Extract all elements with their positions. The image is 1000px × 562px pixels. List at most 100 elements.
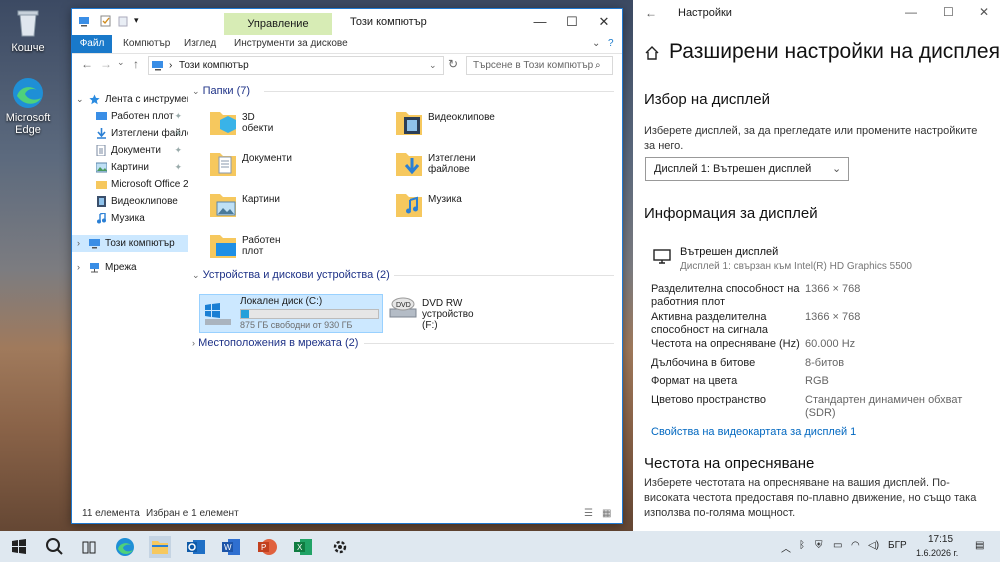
content-pane: ⌄ Папки (7) 3D обекти Видеоклипове Докум… — [192, 79, 617, 499]
search-input[interactable]: Търсене в Този компютър ⌕ — [466, 56, 613, 75]
settings-window: ← Настройки — ☐ ✕ Разширени настройки на… — [633, 0, 1000, 531]
powerpoint-icon[interactable]: P — [256, 536, 278, 558]
properties-icon[interactable] — [100, 15, 112, 27]
file-explorer-icon[interactable] — [149, 536, 171, 558]
windows-start-icon[interactable] — [8, 536, 30, 558]
language-indicator[interactable]: БГР — [888, 540, 907, 551]
3d-objects-icon — [208, 106, 238, 138]
nav-item-desktop[interactable]: Работен плот ✦ — [72, 108, 188, 125]
show-hidden-icons-icon[interactable]: ︿ — [781, 540, 791, 555]
navigation-pane: ⌄ Лента с инструменти Работен плот ✦ Изт… — [72, 79, 188, 499]
new-folder-icon[interactable] — [118, 15, 130, 27]
help-icon[interactable]: ? — [608, 35, 614, 53]
word-icon[interactable]: W — [220, 536, 242, 558]
defender-icon[interactable]: ⛨ — [815, 540, 823, 551]
close-button[interactable]: ✕ — [979, 5, 989, 19]
notifications-icon[interactable]: ▤ — [975, 540, 984, 551]
large-icons-view-icon[interactable]: ▦ — [602, 505, 611, 523]
group-header-network[interactable]: › Местоположения в мрежата (2) — [192, 335, 358, 351]
tab-drive-tools[interactable]: Инструменти за дискове — [234, 35, 348, 53]
desktop-recycle-bin[interactable]: Кошче — [0, 6, 56, 54]
nav-item-music[interactable]: Музика — [72, 210, 188, 227]
clock-date[interactable]: 1.6.2026 г. — [916, 548, 958, 558]
details-view-icon[interactable]: ☰ — [584, 505, 593, 523]
settings-gear-icon[interactable] — [329, 536, 351, 558]
nav-item-quick-access[interactable]: ⌄ Лента с инструменти — [72, 91, 188, 108]
group-header-folders[interactable]: ⌄ Папки (7) — [192, 83, 250, 99]
home-icon[interactable] — [644, 45, 660, 64]
collapse-chevron-icon[interactable]: › — [77, 259, 80, 276]
status-bar: 11 елемента Избран е 1 елемент ☰ ▦ — [72, 505, 622, 523]
clock-time[interactable]: 17:15 — [928, 534, 953, 545]
svg-text:DVD: DVD — [396, 302, 411, 309]
desktop-edge[interactable]: Microsoft Edge — [0, 76, 56, 136]
windows-drive-icon — [203, 299, 233, 330]
tab-computer[interactable]: Компютър — [123, 35, 170, 53]
address-bar[interactable]: › Този компютър ⌄ — [148, 56, 444, 75]
up-arrow-icon[interactable]: ↑ — [133, 57, 139, 71]
battery-icon[interactable]: ▭ — [833, 540, 842, 551]
page-title: Разширени настройки на дисплея — [669, 40, 1000, 63]
minimize-button[interactable]: — — [524, 9, 556, 35]
edge-icon[interactable] — [114, 536, 136, 558]
drive-item-c[interactable]: Локален диск (C:) 875 ГБ свободни от 930… — [199, 294, 383, 333]
tab-view[interactable]: Изглед — [184, 35, 216, 53]
back-arrow-icon[interactable]: ← — [81, 57, 93, 71]
svg-text:W: W — [224, 543, 232, 552]
group-divider — [394, 275, 614, 276]
forward-arrow-icon[interactable]: → — [100, 57, 112, 71]
minimize-button[interactable]: — — [905, 5, 917, 19]
desktop-icon-label: Microsoft Edge — [5, 112, 51, 136]
nav-item-documents[interactable]: Документи ✦ — [72, 142, 188, 159]
address-dropdown-icon[interactable]: ⌄ — [429, 57, 437, 74]
task-view-icon[interactable] — [78, 536, 100, 558]
row-label-bit-depth: Дълбочина в битове — [651, 357, 756, 369]
volume-icon[interactable]: ◁) — [868, 540, 879, 551]
expand-ribbon-icon[interactable]: ⌄ — [592, 35, 600, 53]
nav-item-office[interactable]: Microsoft Office 2019 — [72, 176, 188, 193]
qat-dropdown-icon[interactable]: ▾ — [134, 15, 146, 27]
documents-icon — [96, 144, 107, 157]
settings-app-title: Настройки — [678, 7, 732, 19]
nav-item-network[interactable]: › Мрежа — [72, 259, 188, 276]
pictures-icon — [95, 162, 108, 173]
dvd-drive-icon: DVD — [388, 291, 418, 323]
tab-file[interactable]: Файл — [72, 35, 112, 53]
close-button[interactable]: ✕ — [588, 9, 620, 35]
manage-tab[interactable]: Управление — [224, 13, 332, 35]
expand-chevron-icon[interactable]: ⌄ — [76, 91, 84, 108]
wifi-icon[interactable]: ◠ — [851, 540, 860, 551]
folder-icon — [96, 179, 107, 190]
collapse-chevron-icon[interactable]: › — [77, 235, 80, 252]
nav-item-this-pc[interactable]: › Този компютър — [72, 235, 188, 252]
ribbon-tabs: Файл Компютър Изглед Инструменти за диск… — [72, 35, 622, 54]
music-icon — [96, 212, 107, 224]
search-icon: ⌕ — [595, 60, 601, 71]
group-header-devices[interactable]: ⌄ Устройства и дискови устройства (2) — [192, 267, 390, 283]
row-value-color-format: RGB — [805, 375, 829, 387]
back-arrow-icon[interactable]: ← — [645, 6, 657, 20]
monitor-subtitle: Дисплей 1: свързан към Intel(R) HD Graph… — [680, 261, 912, 272]
search-icon[interactable] — [43, 536, 65, 558]
nav-item-pictures[interactable]: Картини ✦ — [72, 159, 188, 176]
refresh-icon[interactable]: ↻ — [448, 57, 458, 71]
display-select[interactable]: Дисплей 1: Вътрешен дисплей ⌄ — [645, 157, 849, 181]
excel-icon[interactable]: X — [292, 536, 314, 558]
nav-item-videos[interactable]: Видеоклипове — [72, 193, 188, 210]
adapter-properties-link[interactable]: Свойства на видеокартата за дисплей 1 — [651, 426, 856, 438]
pin-icon: ✦ — [174, 111, 182, 121]
settings-titlebar: ← Настройки — ☐ ✕ — [633, 0, 1000, 26]
drive-usage-fill — [241, 310, 250, 318]
computer-icon — [152, 60, 164, 77]
drive-usage-bar — [240, 309, 379, 319]
outlook-icon[interactable] — [185, 536, 207, 558]
row-label-color-space: Цветово пространство — [651, 394, 766, 406]
recycle-bin-icon — [11, 6, 45, 40]
pin-icon: ✦ — [174, 145, 182, 155]
bluetooth-icon[interactable]: ᛒ — [799, 540, 805, 551]
row-label-refresh: Честота на опресняване (Hz) — [651, 338, 800, 350]
maximize-button[interactable]: ☐ — [556, 9, 588, 35]
recent-locations-icon[interactable]: ⌄ — [117, 57, 125, 68]
nav-item-downloads[interactable]: Изтеглени файлове ✦ — [72, 125, 188, 142]
maximize-button[interactable]: ☐ — [943, 5, 954, 19]
